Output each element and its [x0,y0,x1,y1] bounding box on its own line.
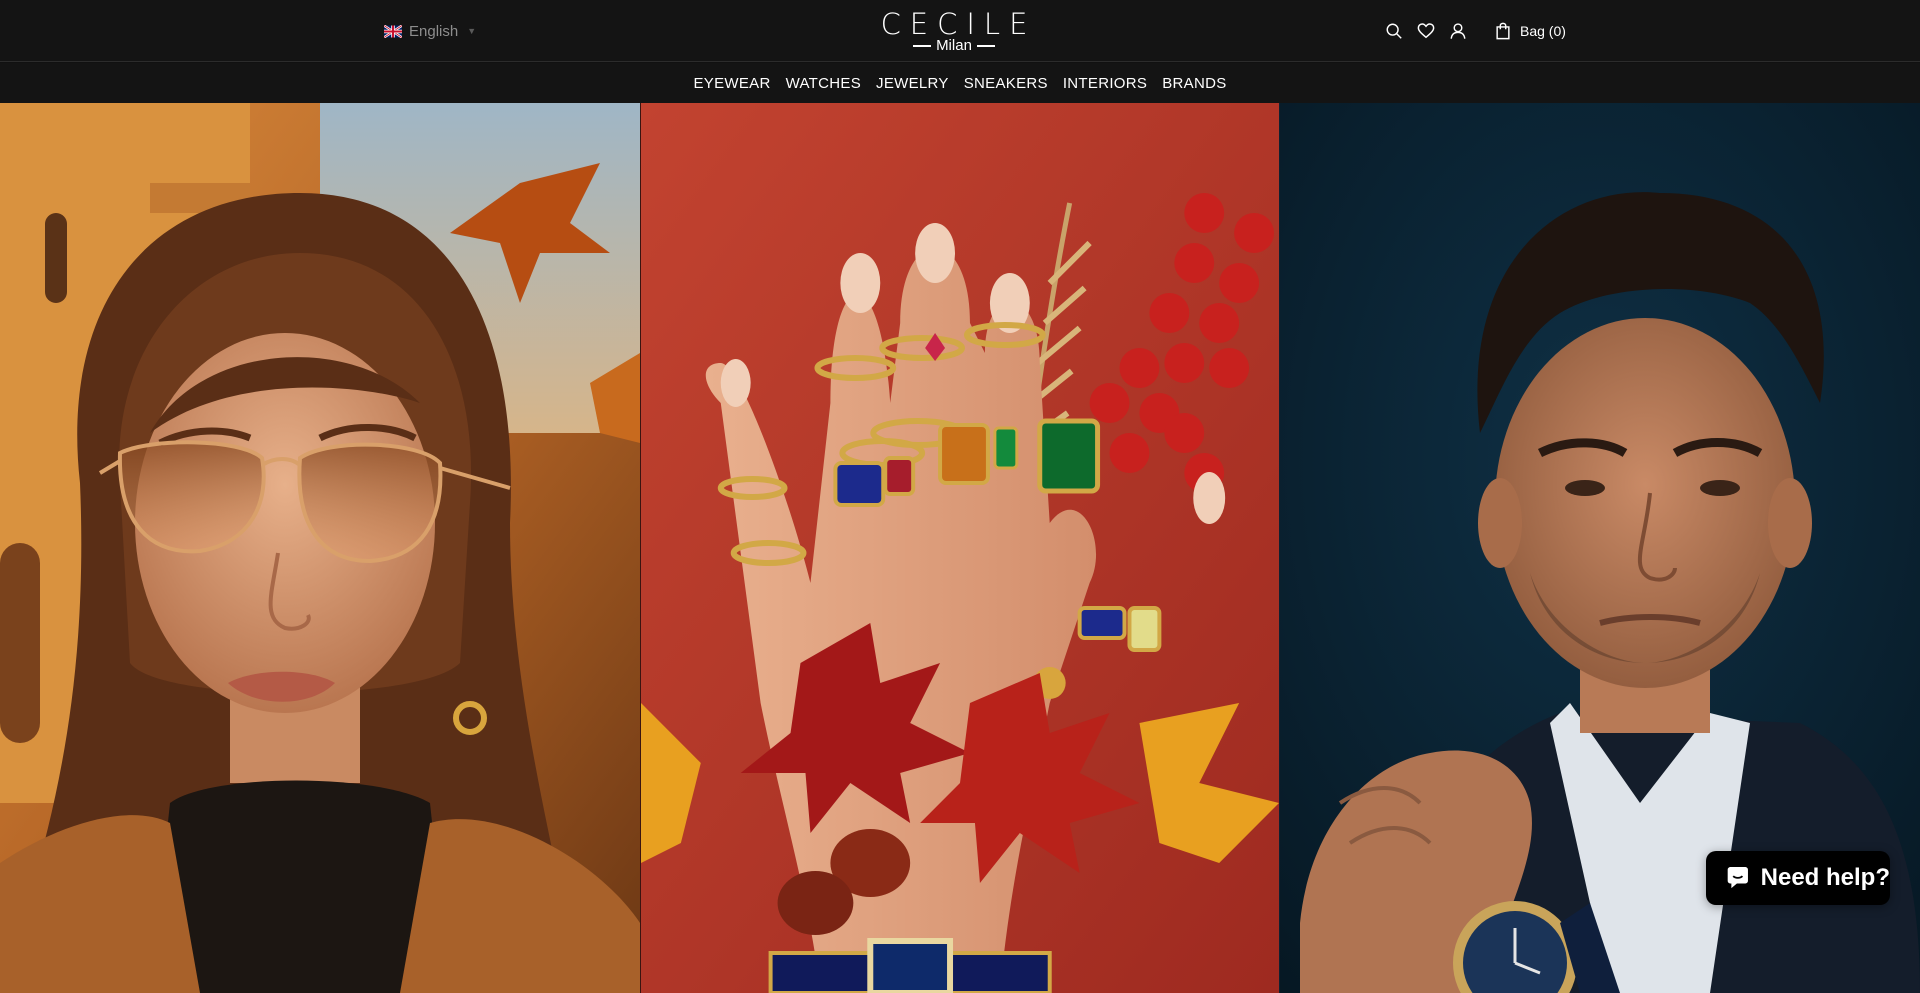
nav-item-interiors[interactable]: INTERIORS [1063,75,1147,92]
brand-logo[interactable]: CECILE Milan [856,8,1052,54]
chat-label: Need help? [1760,864,1890,891]
bag-button[interactable]: Bag (0) [1494,22,1566,40]
logo-main-text: CECILE [880,7,1037,41]
chat-bubble-icon [1727,866,1748,889]
nav-item-sneakers[interactable]: SNEAKERS [964,75,1048,92]
hand-with-rings-image [641,103,1279,993]
top-header: English ▼ CECILE Milan Bag (0) [0,0,1920,62]
bag-icon [1496,22,1510,40]
language-selector[interactable]: English ▼ [384,21,476,41]
uk-flag-icon [384,24,402,38]
woman-sunglasses-image [0,103,640,993]
nav-item-watches[interactable]: WATCHES [786,75,861,92]
main-nav: EYEWEAR WATCHES JEWELRY SNEAKERS INTERIO… [0,63,1920,103]
nav-item-brands[interactable]: BRANDS [1162,75,1226,92]
heart-icon[interactable] [1416,21,1436,41]
search-icon[interactable] [1384,21,1404,41]
user-icon[interactable] [1448,21,1468,41]
chevron-down-icon: ▼ [467,26,477,36]
nav-item-jewelry[interactable]: JEWELRY [876,75,949,92]
logo-dash-right [976,44,995,47]
nav-item-eyewear[interactable]: EYEWEAR [693,75,770,92]
logo-dash-left [913,44,932,47]
need-help-chat-button[interactable]: Need help? [1706,851,1890,905]
hero-panel-eyewear[interactable] [0,103,640,993]
nav-list: EYEWEAR WATCHES JEWELRY SNEAKERS INTERIO… [693,75,1226,92]
hero-banner [0,103,1920,993]
hero-panel-jewelry[interactable] [640,103,1280,993]
bag-label: Bag (0) [1520,23,1566,39]
header-actions: Bag (0) [1384,19,1566,43]
logo-sub-text: Milan [936,37,972,54]
language-label: English [409,22,459,40]
